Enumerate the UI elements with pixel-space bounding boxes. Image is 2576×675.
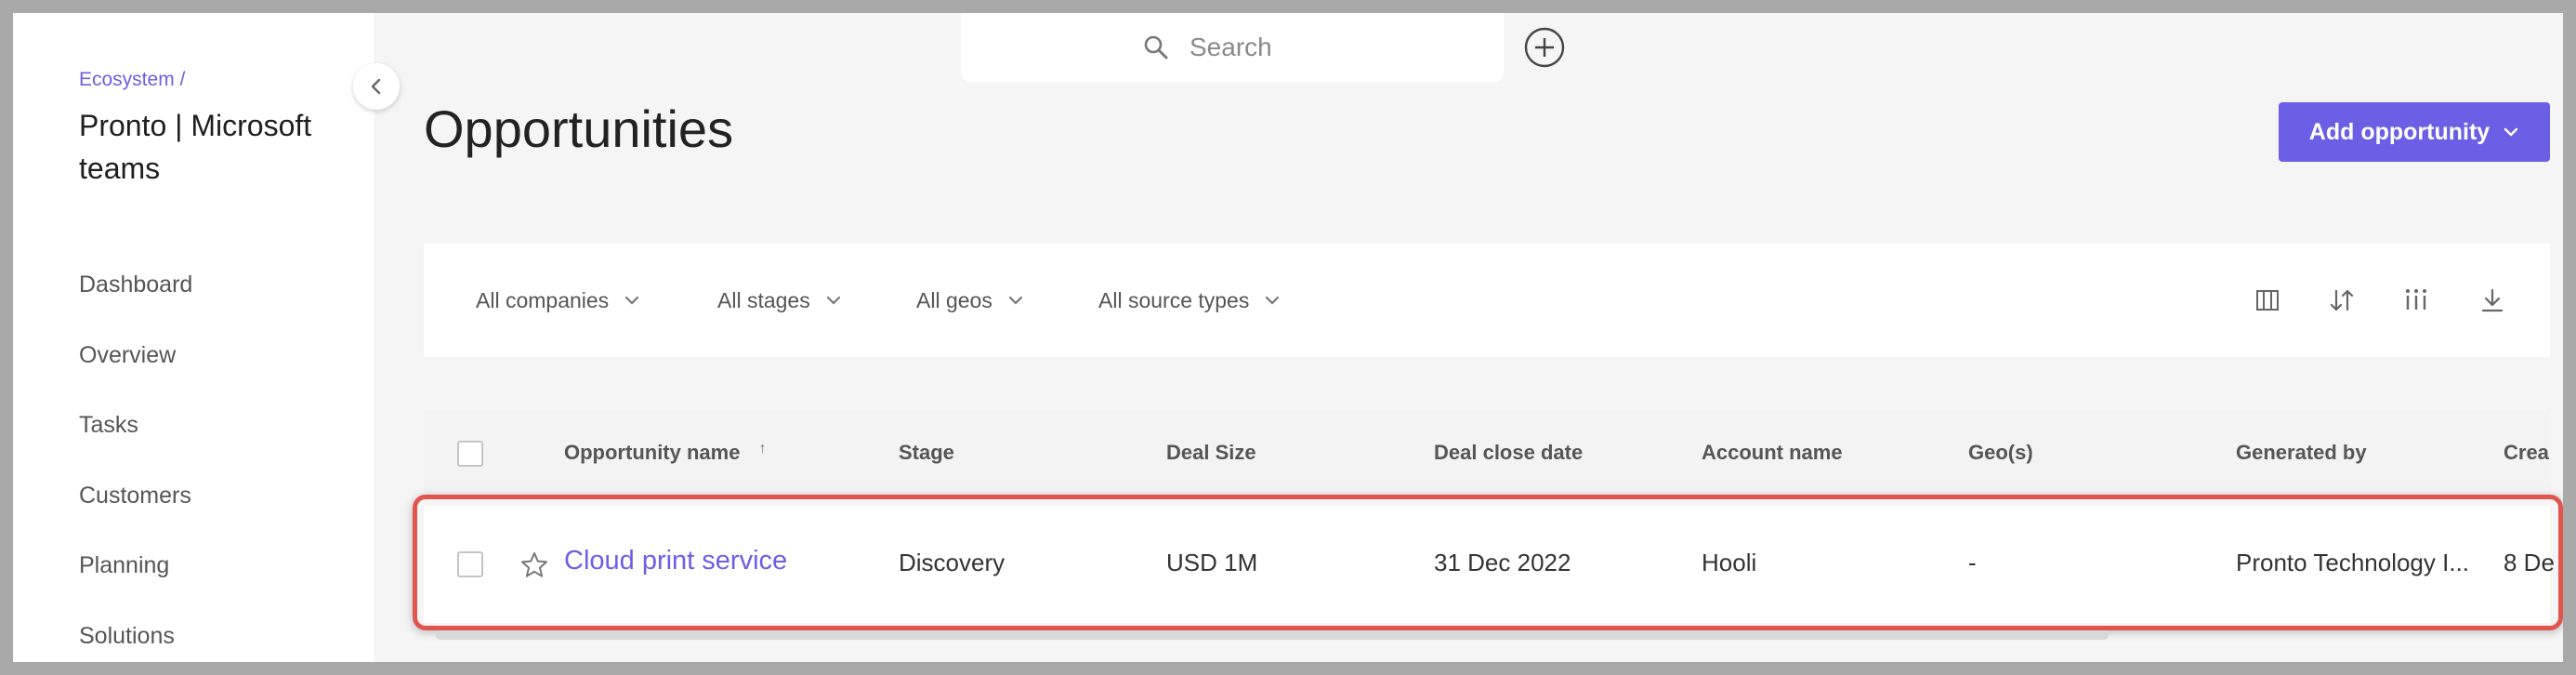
columns-icon[interactable]: [2249, 282, 2286, 319]
filter-label: All source types: [1098, 287, 1250, 312]
column-generated-by[interactable]: Generated by: [2236, 441, 2367, 465]
horizontal-scrollbar[interactable]: [436, 630, 2109, 640]
add-opportunity-button[interactable]: Add opportunity: [2279, 102, 2550, 162]
sidebar-item-solutions[interactable]: Solutions: [79, 623, 175, 650]
deal-close-date-cell: 31 Dec 2022: [1434, 549, 1571, 576]
opportunities-table: Opportunity name ↑ Stage Deal Size Deal …: [424, 411, 2555, 662]
opportunity-name-link[interactable]: Cloud print service: [564, 546, 787, 576]
search-bar[interactable]: [961, 13, 1504, 82]
filter-stages[interactable]: All stages: [717, 244, 842, 357]
filter-geos[interactable]: All geos: [916, 244, 1024, 357]
stage-cell: Discovery: [899, 549, 1005, 576]
column-deal-close-date[interactable]: Deal close date: [1434, 441, 1583, 465]
sidebar-item-tasks[interactable]: Tasks: [79, 412, 138, 439]
column-label: Opportunity name: [564, 441, 741, 464]
page-title: Opportunities: [424, 99, 734, 158]
download-icon[interactable]: [2474, 282, 2511, 319]
chevron-down-icon: [625, 296, 639, 305]
filter-columns-icon[interactable]: [2398, 282, 2435, 319]
filter-label: All geos: [916, 287, 992, 312]
select-all-checkbox[interactable]: [457, 441, 483, 467]
sidebar: Ecosystem / Pronto | Microsoft teams Das…: [13, 13, 374, 662]
sidebar-item-planning[interactable]: Planning: [79, 552, 169, 579]
search-input[interactable]: [1188, 32, 1321, 63]
filter-source-types[interactable]: All source types: [1098, 244, 1281, 357]
add-opportunity-label: Add opportunity: [2308, 118, 2491, 145]
chevron-down-icon: [2504, 127, 2518, 137]
app-window: Ecosystem / Pronto | Microsoft teams Das…: [13, 13, 2563, 662]
filter-bar: All companies All stages All geos All so…: [424, 244, 2550, 357]
chevron-left-icon: [371, 78, 381, 95]
geos-cell: -: [1968, 549, 1977, 576]
chevron-down-icon: [1266, 296, 1280, 305]
row-checkbox[interactable]: [457, 551, 483, 577]
deal-size-cell: USD 1M: [1166, 549, 1258, 576]
collapse-sidebar-button[interactable]: [353, 63, 400, 110]
sidebar-item-dashboard[interactable]: Dashboard: [79, 271, 192, 298]
table-row[interactable]: Cloud print service Discovery USD 1M 31 …: [424, 506, 2555, 623]
account-name-cell: Hooli: [1702, 549, 1757, 576]
filter-label: All companies: [476, 287, 610, 312]
generated-by-cell: Pronto Technology I...: [2236, 549, 2470, 576]
sidebar-item-customers[interactable]: Customers: [79, 483, 191, 510]
chevron-down-icon: [826, 296, 840, 305]
sort-ascending-icon: ↑: [758, 441, 767, 457]
column-account-name[interactable]: Account name: [1702, 441, 1843, 465]
breadcrumb[interactable]: Ecosystem /: [79, 69, 185, 91]
project-title: Pronto | Microsoft teams: [79, 109, 312, 185]
filter-label: All stages: [717, 287, 810, 312]
search-icon: [1144, 35, 1168, 60]
add-circle-icon[interactable]: [1523, 26, 1566, 69]
column-deal-size[interactable]: Deal Size: [1166, 441, 1256, 465]
star-icon[interactable]: [519, 550, 549, 580]
sort-icon[interactable]: [2323, 282, 2360, 319]
sidebar-item-overview[interactable]: Overview: [79, 342, 176, 369]
column-stage[interactable]: Stage: [899, 441, 954, 465]
column-opportunity-name[interactable]: Opportunity name ↑: [564, 441, 767, 465]
created-cell: 8 De: [2504, 549, 2555, 576]
table-header: Opportunity name ↑ Stage Deal Size Deal …: [424, 411, 2550, 496]
column-created[interactable]: Crea: [2504, 441, 2549, 465]
chevron-down-icon: [1008, 296, 1022, 305]
column-geos[interactable]: Geo(s): [1968, 441, 2033, 465]
filter-companies[interactable]: All companies: [476, 244, 640, 357]
